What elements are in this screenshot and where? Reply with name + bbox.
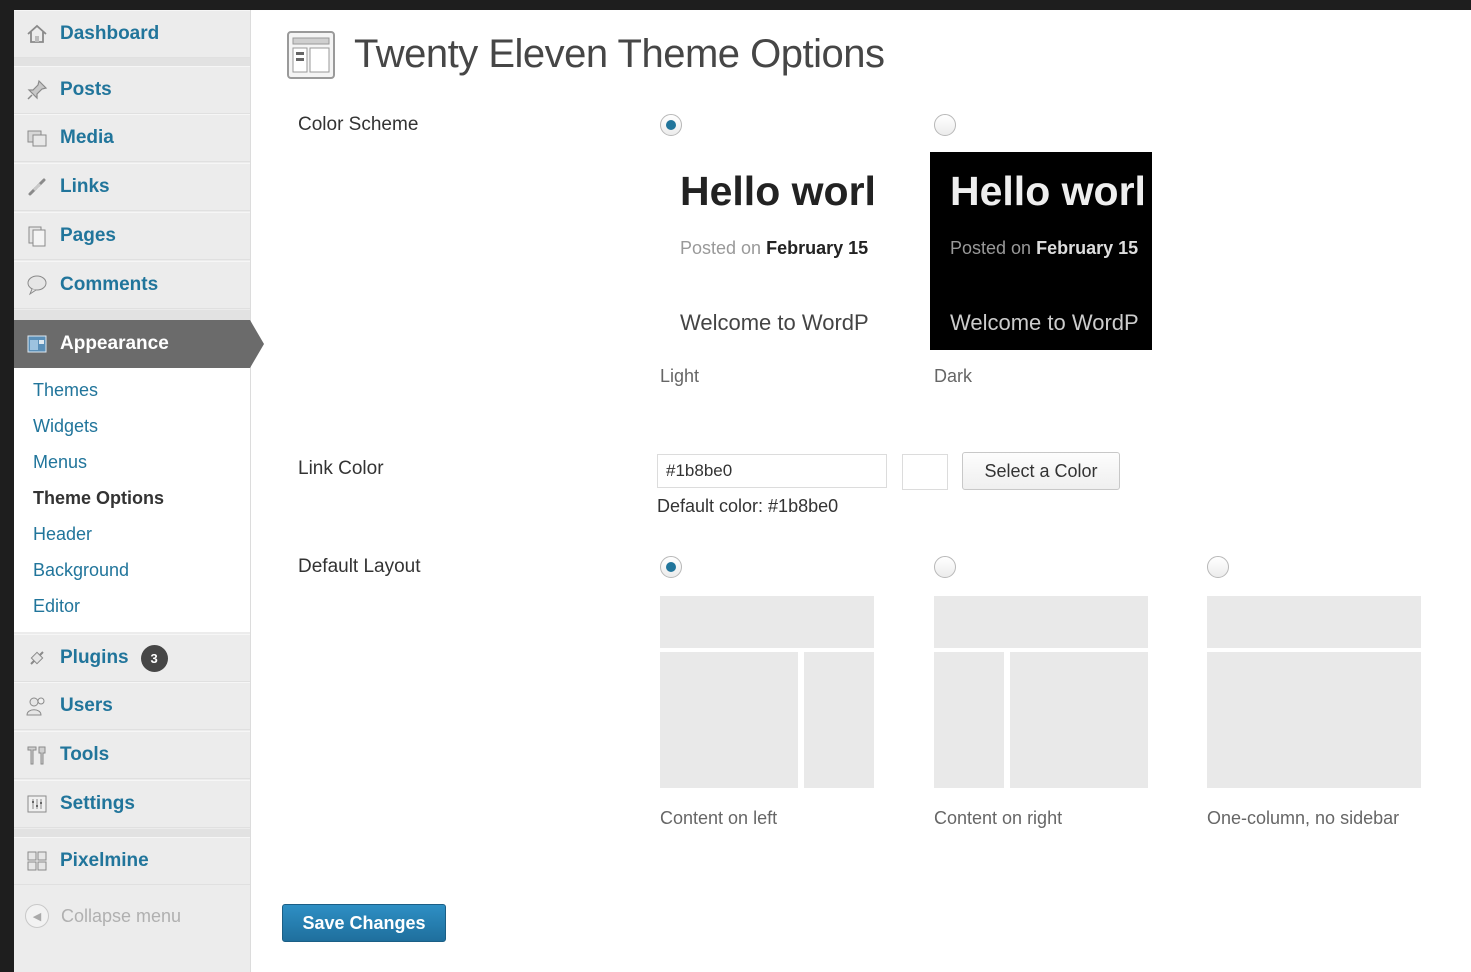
light-scheme-caption: Light <box>660 366 700 386</box>
menu-media[interactable]: Media <box>14 114 250 162</box>
menu-users[interactable]: Users <box>14 682 250 730</box>
collapse-menu-label: Collapse menu <box>61 905 182 926</box>
menu-plugins[interactable]: Plugins 3 <box>14 634 250 682</box>
menu-label: Media <box>60 127 114 148</box>
home-icon <box>24 21 50 47</box>
submenu-background[interactable]: Background <box>33 560 129 581</box>
menu-separator <box>14 310 250 320</box>
submenu-widgets[interactable]: Widgets <box>33 416 98 437</box>
menu-label: Plugins <box>60 647 129 668</box>
admin-sidebar: Dashboard Posts Media Links Pages Commen… <box>14 10 264 972</box>
menu-label: Pages <box>60 225 116 246</box>
current-menu-arrow <box>250 320 264 368</box>
dark-scheme-preview[interactable]: Hello worl Posted on February 15 Welcome… <box>930 152 1152 350</box>
preview-heading: Hello worl <box>680 168 876 214</box>
color-swatch[interactable] <box>902 454 948 490</box>
save-changes-button[interactable]: Save Changes <box>282 904 446 942</box>
preview-meta: Posted on February 15 <box>950 238 1139 258</box>
preview-meta: Posted on February 15 <box>680 238 869 258</box>
menu-label: Posts <box>60 79 112 100</box>
preview-heading: Hello worl <box>950 168 1146 214</box>
submenu-header[interactable]: Header <box>33 524 92 545</box>
collapse-arrow-icon: ◀ <box>25 904 49 928</box>
preview-body: Welcome to WordP <box>950 310 1139 335</box>
menu-dashboard[interactable]: Dashboard <box>14 10 250 58</box>
submenu-editor[interactable]: Editor <box>33 596 80 617</box>
appearance-icon <box>24 331 50 357</box>
submenu-themes[interactable]: Themes <box>33 380 98 401</box>
menu-pages[interactable]: Pages <box>14 212 250 260</box>
layout-content-right-caption: Content on right <box>934 808 1063 828</box>
link-color-label: Link Color <box>298 458 384 479</box>
pin-icon <box>24 77 50 103</box>
menu-label: Tools <box>60 744 110 765</box>
grid-icon <box>24 848 50 874</box>
submenu-theme-options[interactable]: Theme Options <box>33 488 164 509</box>
layout-content-left-caption: Content on left <box>660 808 778 828</box>
menu-comments[interactable]: Comments <box>14 261 250 309</box>
plugin-icon <box>24 645 50 671</box>
collapse-menu-button[interactable]: ◀ Collapse menu <box>14 896 250 936</box>
menu-appearance[interactable]: Appearance <box>14 320 250 368</box>
menu-pixelmine[interactable]: Pixelmine <box>14 837 250 885</box>
appearance-submenu: Themes Widgets Menus Theme Options Heade… <box>14 368 250 632</box>
layout-content-left-radio[interactable] <box>660 556 682 578</box>
menu-label: Pixelmine <box>60 850 149 871</box>
wp-admin-window: Dashboard Posts Media Links Pages Commen… <box>14 10 1471 972</box>
submenu-menus[interactable]: Menus <box>33 452 87 473</box>
menu-label: Links <box>60 176 110 197</box>
layout-content-right-preview[interactable] <box>934 596 1148 788</box>
preview-body: Welcome to WordP <box>680 310 869 335</box>
menu-label: Users <box>60 695 113 716</box>
color-scheme-dark-radio[interactable] <box>934 114 956 136</box>
menu-label: Appearance <box>60 333 169 354</box>
default-layout-label: Default Layout <box>298 556 421 577</box>
theme-options-icon <box>286 30 336 80</box>
pages-icon <box>24 223 50 249</box>
settings-icon <box>24 791 50 817</box>
default-color-text: Default color: #1b8be0 <box>657 496 839 516</box>
select-color-button[interactable]: Select a Color <box>962 452 1120 490</box>
layout-content-left-preview[interactable] <box>660 596 874 788</box>
menu-label: Settings <box>60 793 135 814</box>
media-icon <box>24 125 50 151</box>
menu-label: Comments <box>60 274 159 295</box>
menu-posts[interactable]: Posts <box>14 66 250 114</box>
layout-one-column-caption: One-column, no sidebar <box>1207 808 1400 828</box>
menu-settings[interactable]: Settings <box>14 780 250 828</box>
page-title: Twenty Eleven Theme Options <box>354 32 885 76</box>
plugin-update-badge: 3 <box>140 644 168 672</box>
menu-separator <box>14 58 250 66</box>
color-scheme-label: Color Scheme <box>298 114 419 135</box>
layout-content-right-radio[interactable] <box>934 556 956 578</box>
tools-icon <box>24 742 50 768</box>
dark-scheme-caption: Dark <box>934 366 973 386</box>
menu-tools[interactable]: Tools <box>14 731 250 779</box>
link-color-input[interactable] <box>657 454 887 488</box>
menu-separator <box>14 829 250 837</box>
layout-one-column-preview[interactable] <box>1207 596 1421 788</box>
menu-label: Dashboard <box>60 23 160 44</box>
link-icon <box>24 174 50 200</box>
light-scheme-preview[interactable]: Hello worl Posted on February 15 Welcome… <box>660 152 882 350</box>
users-icon <box>24 693 50 719</box>
layout-one-column-radio[interactable] <box>1207 556 1229 578</box>
color-scheme-light-radio[interactable] <box>660 114 682 136</box>
comment-icon <box>24 272 50 298</box>
menu-links[interactable]: Links <box>14 163 250 211</box>
